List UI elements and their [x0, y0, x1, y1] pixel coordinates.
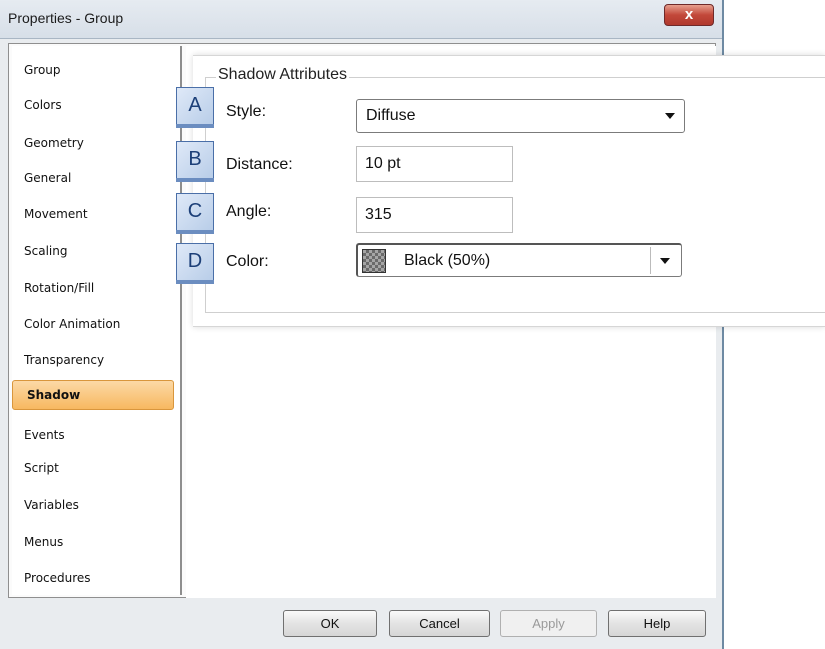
callout-badge-d: D [176, 243, 214, 284]
color-label: Color: [226, 253, 269, 270]
cancel-button[interactable]: Cancel [389, 610, 490, 637]
callout-badge-c: C [176, 193, 214, 234]
sidebar-item-movement[interactable]: Movement [12, 199, 180, 229]
apply-button[interactable]: Apply [500, 610, 597, 637]
style-label: Style: [226, 103, 267, 120]
window-title: Properties - Group [8, 10, 124, 26]
chevron-down-icon [665, 113, 675, 119]
close-icon: x [684, 6, 694, 23]
shadow-attributes-title: Shadow Attributes [216, 66, 349, 84]
dialog-button-row: OK Cancel Apply Help [0, 598, 722, 649]
ok-button[interactable]: OK [283, 610, 377, 637]
sidebar-item-script[interactable]: Script [12, 453, 180, 483]
sidebar-item-color-animation[interactable]: Color Animation [12, 309, 180, 339]
color-value: Black (50%) [404, 252, 491, 269]
style-value: Diffuse [366, 107, 416, 124]
sidebar-item-general[interactable]: General [12, 163, 180, 193]
sidebar-item-shadow[interactable]: Shadow [12, 380, 174, 410]
callout-badge-b: B [176, 141, 214, 182]
color-dropdown[interactable]: Black (50%) [356, 243, 682, 277]
sidebar-item-scaling[interactable]: Scaling [12, 236, 180, 266]
sidebar-item-events[interactable]: Events [12, 420, 180, 450]
sidebar-item-transparency[interactable]: Transparency [12, 345, 180, 375]
sidebar-item-menus[interactable]: Menus [12, 527, 180, 557]
close-button[interactable]: x [664, 4, 714, 26]
angle-input[interactable]: 315 [356, 197, 513, 233]
color-swatch [362, 249, 386, 273]
callout-badge-a: A [176, 87, 214, 128]
style-dropdown[interactable]: Diffuse [356, 99, 685, 133]
sidebar-item-rotation-fill[interactable]: Rotation/Fill [12, 273, 180, 303]
angle-label: Angle: [226, 203, 272, 220]
chevron-down-icon [660, 258, 670, 264]
sidebar-item-variables[interactable]: Variables [12, 490, 180, 520]
distance-label: Distance: [226, 156, 293, 173]
sidebar-item-procedures[interactable]: Procedures [12, 563, 180, 593]
title-bar: Properties - Group x [0, 0, 722, 39]
sidebar-item-colors[interactable]: Colors [12, 90, 180, 120]
help-button[interactable]: Help [608, 610, 706, 637]
sidebar-item-geometry[interactable]: Geometry [12, 128, 180, 158]
distance-input[interactable]: 10 pt [356, 146, 513, 182]
category-list: Group Colors Geometry General Movement S… [12, 46, 182, 595]
sidebar-item-group[interactable]: Group [12, 55, 180, 85]
